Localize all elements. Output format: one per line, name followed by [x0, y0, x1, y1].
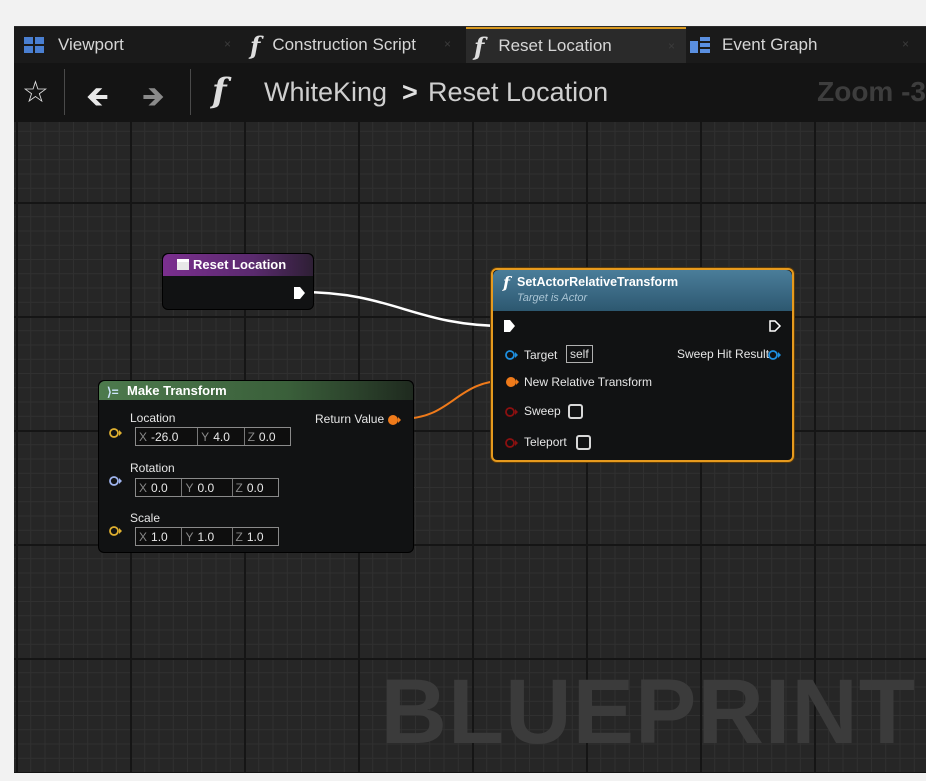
breadcrumb-separator: >	[402, 77, 418, 107]
target-default-box[interactable]: self	[566, 345, 593, 363]
node-subtitle: Target is Actor	[517, 292, 588, 304]
teleport-pin[interactable]	[505, 437, 519, 449]
editor-frame: Viewport × f Construction Script × f Res…	[0, 0, 926, 781]
breadcrumb-blueprint[interactable]: WhiteKing	[264, 77, 387, 108]
viewport-icon	[24, 37, 44, 53]
new-relative-transform-label: New Relative Transform	[524, 375, 653, 389]
sweep-hit-result-label: Sweep Hit Result	[677, 347, 770, 361]
breadcrumb-bar: ☆ 🡸 🡺 f WhiteKing > Reset Location Zoom …	[14, 63, 926, 122]
rotation-vector-input[interactable]: X 0.0 Y 0.0 Z 0.0	[135, 478, 279, 497]
function-icon: f	[250, 30, 261, 60]
scale-vector-input[interactable]: X 1.0 Y 1.0 Z 1.0	[135, 527, 279, 546]
sweep-hit-result-pin[interactable]	[768, 349, 782, 361]
exec-out-pin[interactable]	[294, 287, 306, 299]
entry-icon	[177, 259, 189, 270]
tab-viewport[interactable]: Viewport ×	[14, 27, 242, 63]
make-icon: ⟩=	[107, 385, 119, 399]
close-icon[interactable]: ×	[224, 38, 234, 50]
location-vector-input[interactable]: X -26.0 Y 4.0 Z 0.0	[135, 427, 291, 446]
exec-wire	[299, 290, 507, 328]
node-header: f SetActorRelativeTransform Target is Ac…	[493, 270, 792, 311]
tab-viewport-label: Viewport	[58, 35, 124, 54]
function-icon: f	[212, 71, 227, 111]
exec-in-pin[interactable]	[504, 320, 516, 332]
return-value-pin[interactable]	[388, 414, 402, 426]
location-pin[interactable]	[109, 427, 123, 439]
tab-reset-location[interactable]: f Reset Location ×	[466, 27, 686, 63]
function-icon: f	[474, 31, 485, 61]
scale-y-field[interactable]: Y 1.0	[182, 528, 233, 545]
node-header: Reset Location	[163, 254, 313, 276]
close-icon[interactable]: ×	[444, 38, 454, 50]
close-icon[interactable]: ×	[668, 40, 678, 52]
node-title: Make Transform	[127, 383, 227, 398]
node-set-actor-relative-transform[interactable]: f SetActorRelativeTransform Target is Ac…	[491, 268, 794, 462]
node-title: Reset Location	[193, 257, 287, 272]
sweep-checkbox[interactable]	[568, 404, 583, 419]
rotation-label: Rotation	[130, 461, 175, 475]
scale-x-field[interactable]: X 1.0	[136, 528, 183, 545]
rotation-y-field[interactable]: Y 0.0	[182, 479, 233, 496]
location-y-field[interactable]: Y 4.0	[198, 428, 245, 445]
rotation-pin[interactable]	[109, 475, 123, 487]
rotation-z-field[interactable]: Z 0.0	[233, 479, 278, 496]
node-header: ⟩= Make Transform	[99, 381, 413, 400]
breadcrumb-function[interactable]: Reset Location	[428, 77, 608, 108]
star-icon[interactable]: ☆	[22, 75, 49, 110]
exec-out-pin[interactable]	[769, 320, 782, 332]
scale-pin[interactable]	[109, 525, 123, 537]
tab-event-graph-label: Event Graph	[722, 35, 818, 54]
tab-construction-script-label: Construction Script	[272, 35, 416, 54]
divider	[190, 69, 191, 115]
location-x-field[interactable]: X -26.0	[136, 428, 199, 445]
function-icon: f	[503, 273, 510, 292]
forward-arrow-icon[interactable]: 🡺	[142, 76, 165, 124]
close-icon[interactable]: ×	[902, 38, 912, 50]
tab-bar: Viewport × f Construction Script × f Res…	[14, 26, 926, 63]
event-graph-icon	[690, 37, 710, 53]
teleport-label: Teleport	[524, 435, 567, 449]
location-z-field[interactable]: Z 0.0	[245, 428, 290, 445]
node-reset-location[interactable]: Reset Location	[162, 253, 314, 310]
zoom-level: Zoom -3	[817, 76, 926, 107]
rotation-x-field[interactable]: X 0.0	[136, 479, 183, 496]
back-arrow-icon[interactable]: 🡸	[86, 76, 109, 124]
node-title: SetActorRelativeTransform	[517, 275, 679, 289]
tab-construction-script[interactable]: f Construction Script ×	[246, 27, 462, 63]
location-label: Location	[130, 411, 176, 425]
teleport-checkbox[interactable]	[576, 435, 591, 450]
return-value-label: Return Value	[315, 412, 385, 426]
sweep-pin[interactable]	[505, 406, 519, 418]
target-pin[interactable]	[505, 349, 519, 361]
scale-label: Scale	[130, 511, 161, 525]
divider	[64, 69, 65, 115]
new-relative-transform-pin[interactable]	[506, 376, 520, 388]
target-label: Target	[524, 348, 558, 362]
sweep-label: Sweep	[524, 404, 561, 418]
tab-event-graph[interactable]: Event Graph ×	[690, 27, 920, 63]
scale-z-field[interactable]: Z 1.0	[233, 528, 278, 545]
node-make-transform[interactable]: ⟩= Make Transform Location X -26.0 Y 4.0 Z…	[98, 380, 414, 553]
graph-canvas[interactable]: Reset Location f SetActorRelativeTransfo…	[14, 122, 926, 773]
tab-reset-location-label: Reset Location	[498, 36, 612, 55]
blueprint-watermark: BLUEPRINT	[380, 661, 916, 763]
